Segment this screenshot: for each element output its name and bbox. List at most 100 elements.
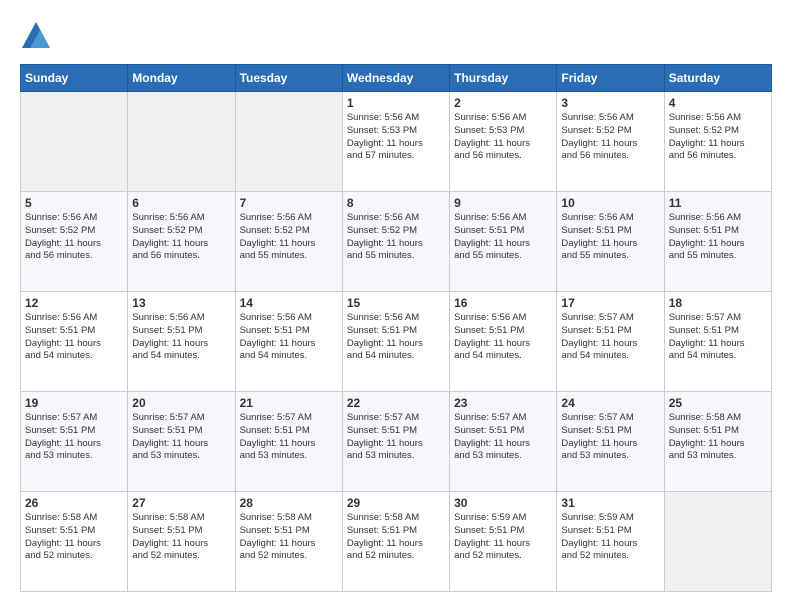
calendar-week-row: 1Sunrise: 5:56 AM Sunset: 5:53 PM Daylig… — [21, 92, 772, 192]
cell-content: Sunrise: 5:56 AM Sunset: 5:52 PM Dayligh… — [240, 212, 338, 263]
calendar-cell: 17Sunrise: 5:57 AM Sunset: 5:51 PM Dayli… — [557, 292, 664, 392]
cell-content: Sunrise: 5:56 AM Sunset: 5:51 PM Dayligh… — [669, 212, 767, 263]
calendar-header-row: SundayMondayTuesdayWednesdayThursdayFrid… — [21, 65, 772, 92]
calendar-cell: 15 Sunrise: 5:56 AM Sunset: 5:51 PM Dayli… — [342, 292, 449, 392]
day-number: 28 — [240, 496, 338, 510]
page: SundayMondayTuesdayWednesdayThursdayFrid… — [0, 0, 792, 612]
calendar-cell — [664, 492, 771, 592]
cell-content: Sunrise: 5:57 AM Sunset: 5:51 PM Dayligh… — [132, 412, 230, 463]
cell-content: Sunrise: 5:58 AM Sunset: 5:51 PM Dayligh… — [25, 512, 123, 563]
day-number: 29 — [347, 496, 445, 510]
cell-content: Sunrise: 5:57 AM Sunset: 5:51 PM Dayligh… — [561, 412, 659, 463]
cell-content: Sunrise: 5:59 AM Sunset: 5:51 PM Dayligh… — [561, 512, 659, 563]
calendar-cell: 23Sunrise: 5:57 AM Sunset: 5:51 PM Dayli… — [450, 392, 557, 492]
cell-content: Sunrise: 5:57 AM Sunset: 5:51 PM Dayligh… — [561, 312, 659, 363]
calendar-cell: 2Sunrise: 5:56 AM Sunset: 5:53 PM Daylig… — [450, 92, 557, 192]
calendar-cell: 12 Sunrise: 5:56 AM Sunset: 5:51 PM Dayli… — [21, 292, 128, 392]
cell-content: Sunrise: 5:56 AM Sunset: 5:51 PM Dayligh… — [454, 312, 552, 363]
day-number: 2 — [454, 96, 552, 110]
day-number: 9 — [454, 196, 552, 210]
calendar-cell: 26 Sunrise: 5:58 AM Sunset: 5:51 PM Dayli… — [21, 492, 128, 592]
day-number: 19 — [25, 396, 123, 410]
calendar-cell: 24 Sunrise: 5:57 AM Sunset: 5:51 PM Dayli… — [557, 392, 664, 492]
day-number: 1 — [347, 96, 445, 110]
day-number: 16 — [454, 296, 552, 310]
day-number: 31 — [561, 496, 659, 510]
calendar-cell — [235, 92, 342, 192]
calendar-cell: 28 Sunrise: 5:58 AM Sunset: 5:51 PM Dayli… — [235, 492, 342, 592]
calendar-cell: 13Sunrise: 5:56 AM Sunset: 5:51 PM Dayli… — [128, 292, 235, 392]
calendar-day-header: Thursday — [450, 65, 557, 92]
day-number: 23 — [454, 396, 552, 410]
calendar-cell — [128, 92, 235, 192]
cell-content: Sunrise: 5:56 AM Sunset: 5:52 PM Dayligh… — [132, 212, 230, 263]
day-number: 30 — [454, 496, 552, 510]
calendar-week-row: 12 Sunrise: 5:56 AM Sunset: 5:51 PM Dayli… — [21, 292, 772, 392]
cell-content: Sunrise: 5:56 AM Sunset: 5:51 PM Dayligh… — [561, 212, 659, 263]
calendar-cell: 4 Sunrise: 5:56 AM Sunset: 5:52 PM Daylig… — [664, 92, 771, 192]
cell-content: Sunrise: 5:56 AM Sunset: 5:52 PM Dayligh… — [347, 212, 445, 263]
cell-content: Sunrise: 5:56 AM Sunset: 5:51 PM Dayligh… — [347, 312, 445, 363]
header — [20, 20, 772, 52]
day-number: 27 — [132, 496, 230, 510]
calendar-cell: 5 Sunrise: 5:56 AM Sunset: 5:52 PM Daylig… — [21, 192, 128, 292]
logo — [20, 20, 56, 52]
day-number: 25 — [669, 396, 767, 410]
cell-content: Sunrise: 5:56 AM Sunset: 5:51 PM Dayligh… — [240, 312, 338, 363]
calendar-cell: 7 Sunrise: 5:56 AM Sunset: 5:52 PM Daylig… — [235, 192, 342, 292]
cell-content: Sunrise: 5:56 AM Sunset: 5:51 PM Dayligh… — [132, 312, 230, 363]
cell-content: Sunrise: 5:56 AM Sunset: 5:51 PM Dayligh… — [454, 212, 552, 263]
day-number: 10 — [561, 196, 659, 210]
calendar-cell: 25 Sunrise: 5:58 AM Sunset: 5:51 PM Dayli… — [664, 392, 771, 492]
calendar-cell: 30Sunrise: 5:59 AM Sunset: 5:51 PM Dayli… — [450, 492, 557, 592]
calendar-cell: 14 Sunrise: 5:56 AM Sunset: 5:51 PM Dayli… — [235, 292, 342, 392]
calendar-day-header: Tuesday — [235, 65, 342, 92]
cell-content: Sunrise: 5:57 AM Sunset: 5:51 PM Dayligh… — [25, 412, 123, 463]
day-number: 12 — [25, 296, 123, 310]
cell-content: Sunrise: 5:57 AM Sunset: 5:51 PM Dayligh… — [347, 412, 445, 463]
calendar-week-row: 26 Sunrise: 5:58 AM Sunset: 5:51 PM Dayli… — [21, 492, 772, 592]
calendar-cell: 8 Sunrise: 5:56 AM Sunset: 5:52 PM Daylig… — [342, 192, 449, 292]
cell-content: Sunrise: 5:58 AM Sunset: 5:51 PM Dayligh… — [669, 412, 767, 463]
cell-content: Sunrise: 5:56 AM Sunset: 5:52 PM Dayligh… — [561, 112, 659, 163]
calendar-day-header: Saturday — [664, 65, 771, 92]
day-number: 24 — [561, 396, 659, 410]
calendar-cell: 18Sunrise: 5:57 AM Sunset: 5:51 PM Dayli… — [664, 292, 771, 392]
day-number: 20 — [132, 396, 230, 410]
calendar-day-header: Monday — [128, 65, 235, 92]
calendar-cell: 6 Sunrise: 5:56 AM Sunset: 5:52 PM Daylig… — [128, 192, 235, 292]
calendar-cell: 3 Sunrise: 5:56 AM Sunset: 5:52 PM Daylig… — [557, 92, 664, 192]
calendar-cell: 10 Sunrise: 5:56 AM Sunset: 5:51 PM Dayli… — [557, 192, 664, 292]
calendar-cell: 27Sunrise: 5:58 AM Sunset: 5:51 PM Dayli… — [128, 492, 235, 592]
day-number: 5 — [25, 196, 123, 210]
day-number: 26 — [25, 496, 123, 510]
day-number: 21 — [240, 396, 338, 410]
calendar-cell — [21, 92, 128, 192]
calendar-cell: 31 Sunrise: 5:59 AM Sunset: 5:51 PM Dayli… — [557, 492, 664, 592]
day-number: 3 — [561, 96, 659, 110]
cell-content: Sunrise: 5:58 AM Sunset: 5:51 PM Dayligh… — [347, 512, 445, 563]
day-number: 8 — [347, 196, 445, 210]
cell-content: Sunrise: 5:56 AM Sunset: 5:52 PM Dayligh… — [25, 212, 123, 263]
day-number: 22 — [347, 396, 445, 410]
calendar-cell: 20 Sunrise: 5:57 AM Sunset: 5:51 PM Dayli… — [128, 392, 235, 492]
day-number: 11 — [669, 196, 767, 210]
calendar-day-header: Wednesday — [342, 65, 449, 92]
day-number: 4 — [669, 96, 767, 110]
cell-content: Sunrise: 5:56 AM Sunset: 5:51 PM Dayligh… — [25, 312, 123, 363]
cell-content: Sunrise: 5:56 AM Sunset: 5:52 PM Dayligh… — [669, 112, 767, 163]
calendar-cell: 16 Sunrise: 5:56 AM Sunset: 5:51 PM Dayli… — [450, 292, 557, 392]
day-number: 7 — [240, 196, 338, 210]
day-number: 14 — [240, 296, 338, 310]
day-number: 6 — [132, 196, 230, 210]
day-number: 15 — [347, 296, 445, 310]
logo-icon — [20, 20, 52, 52]
calendar-cell: 9 Sunrise: 5:56 AM Sunset: 5:51 PM Daylig… — [450, 192, 557, 292]
cell-content: Sunrise: 5:58 AM Sunset: 5:51 PM Dayligh… — [240, 512, 338, 563]
calendar-cell: 29 Sunrise: 5:58 AM Sunset: 5:51 PM Dayli… — [342, 492, 449, 592]
cell-content: Sunrise: 5:57 AM Sunset: 5:51 PM Dayligh… — [240, 412, 338, 463]
calendar-day-header: Sunday — [21, 65, 128, 92]
calendar-cell: 11 Sunrise: 5:56 AM Sunset: 5:51 PM Dayli… — [664, 192, 771, 292]
calendar-table: SundayMondayTuesdayWednesdayThursdayFrid… — [20, 64, 772, 592]
calendar-cell: 21 Sunrise: 5:57 AM Sunset: 5:51 PM Dayli… — [235, 392, 342, 492]
